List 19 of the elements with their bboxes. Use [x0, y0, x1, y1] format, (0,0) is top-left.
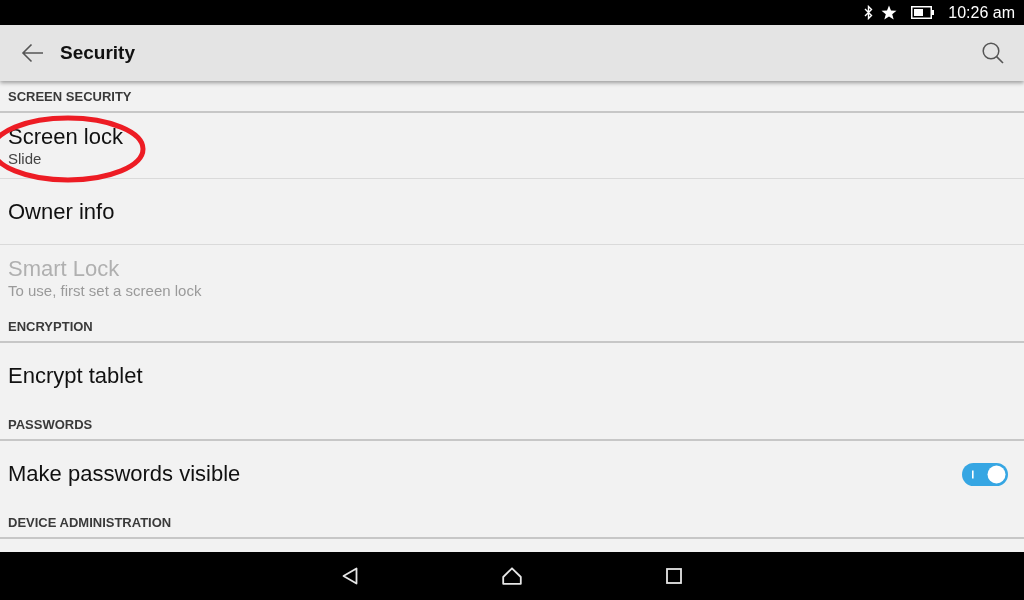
settings-item[interactable]: Screen lock Slide	[0, 113, 1024, 179]
bluetooth-icon	[864, 5, 874, 20]
battery-icon	[911, 6, 935, 19]
section-title: PASSWORDS	[8, 416, 93, 432]
settings-item[interactable]: Make passwords visible	[0, 441, 1024, 507]
toggle-switch[interactable]	[962, 462, 1008, 486]
status-time: 10:26 am	[948, 3, 1015, 22]
settings-item[interactable]: Encrypt tablet	[0, 343, 1024, 409]
section-title: SCREEN SECURITY	[8, 88, 132, 104]
home-icon[interactable]	[502, 567, 522, 585]
section-title: ENCRYPTION	[8, 318, 93, 334]
recents-icon[interactable]	[666, 568, 682, 584]
star-icon	[881, 5, 898, 20]
back-arrow-icon[interactable]	[21, 43, 44, 63]
search-icon[interactable]	[982, 42, 1004, 64]
section-title: DEVICE ADMINISTRATION	[8, 514, 172, 530]
settings-item[interactable]: Owner info	[0, 179, 1024, 245]
page-title: Security	[60, 42, 135, 64]
back-icon[interactable]	[342, 567, 358, 585]
